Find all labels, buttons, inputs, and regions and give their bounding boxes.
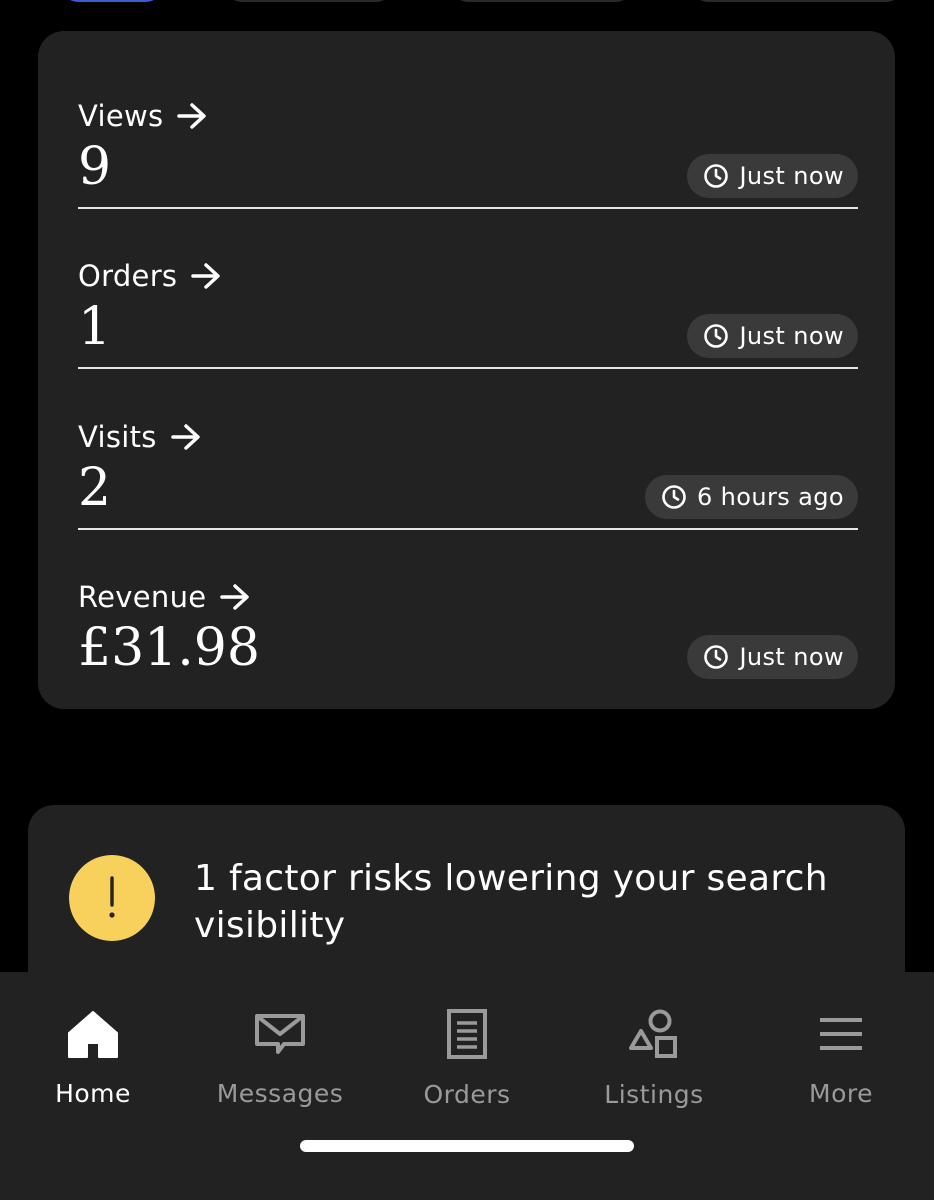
clock-icon xyxy=(704,324,729,348)
updated-time-badge: Just now xyxy=(687,635,858,679)
warning-badge xyxy=(69,855,155,941)
nav-label: Messages xyxy=(216,1079,344,1108)
stat-label-text: Visits xyxy=(78,420,157,454)
updated-time-badge: Just now xyxy=(687,154,858,198)
nav-item-more[interactable]: More xyxy=(756,1008,926,1108)
risk-message: 1 factor risks lowering your search visi… xyxy=(194,858,828,946)
filter-chip[interactable] xyxy=(452,0,632,2)
updated-time-text: Just now xyxy=(739,162,844,190)
stat-row-orders[interactable]: Orders 1 Just now xyxy=(78,209,858,369)
stat-label[interactable]: Views xyxy=(78,99,207,133)
envelope-icon xyxy=(255,1013,305,1054)
filter-chip-active[interactable] xyxy=(62,0,162,2)
stat-value: £31.98 xyxy=(78,618,260,678)
arrow-right-icon xyxy=(220,584,250,610)
stats-card: Views 9 Just now Orders 1 Just now Visit… xyxy=(38,31,895,709)
nav-label: Listings xyxy=(604,1080,704,1109)
home-icon xyxy=(68,1010,118,1058)
nav-label: More xyxy=(809,1079,873,1108)
arrow-right-icon xyxy=(170,424,200,450)
stat-value: 1 xyxy=(78,297,112,357)
updated-time-badge: 6 hours ago xyxy=(644,475,858,519)
clock-icon xyxy=(704,164,729,188)
stat-row-revenue[interactable]: Revenue £31.98 Just now xyxy=(78,530,858,690)
nav-label: Orders xyxy=(423,1080,511,1109)
updated-time-text: 6 hours ago xyxy=(696,483,844,511)
stat-label[interactable]: Visits xyxy=(78,420,201,454)
clock-icon xyxy=(662,485,686,509)
stat-label-text: Views xyxy=(78,99,164,133)
stat-value: 2 xyxy=(78,458,112,518)
filter-chip[interactable] xyxy=(226,0,392,2)
arrow-right-icon xyxy=(177,103,207,129)
updated-time-badge: Just now xyxy=(687,314,858,358)
exclamation-icon xyxy=(109,876,115,918)
updated-time-text: Just now xyxy=(739,643,844,671)
menu-icon xyxy=(820,1017,862,1050)
filter-chip[interactable] xyxy=(692,0,902,2)
arrow-right-icon xyxy=(191,263,221,289)
stat-label-text: Orders xyxy=(78,259,178,293)
stat-value: 9 xyxy=(78,137,112,197)
updated-time-text: Just now xyxy=(739,322,844,350)
nav-item-orders[interactable]: Orders xyxy=(382,1008,552,1109)
app-screen: Views 9 Just now Orders 1 Just now Visit… xyxy=(0,0,934,1200)
nav-label: Home xyxy=(55,1079,131,1108)
bottom-nav-bar: Home Messages Orders Listings More xyxy=(0,972,934,1200)
receipt-icon xyxy=(447,1009,487,1059)
stat-row-visits[interactable]: Visits 2 6 hours ago xyxy=(78,370,858,530)
filter-chip-row xyxy=(0,0,934,3)
nav-item-home[interactable]: Home xyxy=(8,1008,178,1108)
stat-label[interactable]: Revenue xyxy=(78,580,250,614)
home-indicator[interactable] xyxy=(300,1140,634,1152)
nav-item-messages[interactable]: Messages xyxy=(195,1008,365,1108)
stat-row-views[interactable]: Views 9 Just now xyxy=(78,49,858,209)
shapes-icon xyxy=(629,1009,677,1058)
stat-label-text: Revenue xyxy=(78,580,207,614)
nav-item-listings[interactable]: Listings xyxy=(569,1008,739,1109)
stat-label[interactable]: Orders xyxy=(78,259,221,293)
clock-icon xyxy=(704,645,729,669)
